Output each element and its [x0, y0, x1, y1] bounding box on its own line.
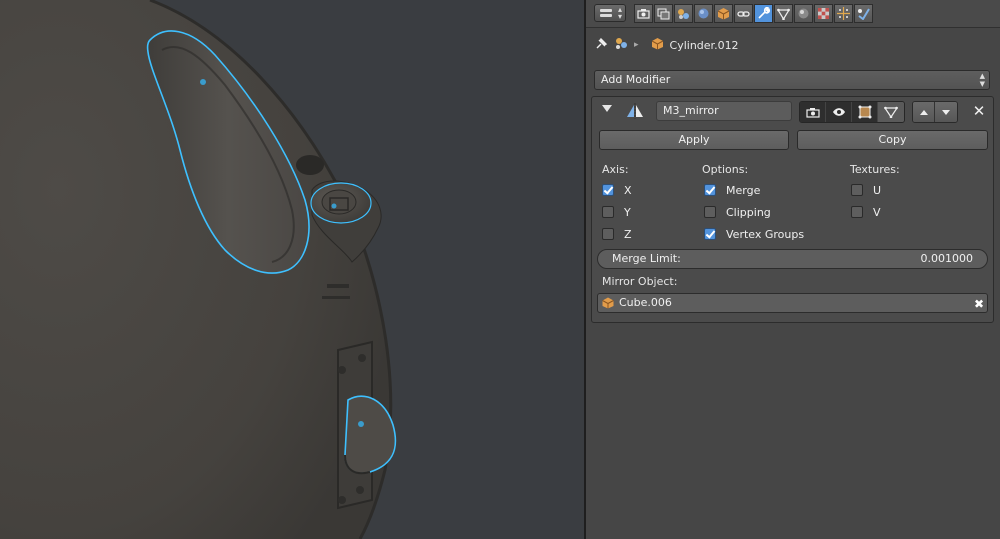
apply-button[interactable]: Apply — [599, 130, 789, 150]
modifier-name-field[interactable]: M3_mirror — [656, 101, 792, 121]
modifiers-wrench-icon[interactable] — [754, 4, 773, 23]
cage-toggle-icon[interactable] — [878, 102, 904, 122]
mirror-object-field[interactable]: Cube.006 ✖ — [597, 293, 988, 313]
context-tabs — [634, 4, 874, 23]
checkbox-checked-icon — [704, 228, 716, 240]
mirror-object-label: Mirror Object: — [602, 275, 678, 288]
particles-icon[interactable] — [834, 4, 853, 23]
checkbox-checked-icon — [704, 184, 716, 196]
scene-icon — [614, 37, 628, 53]
axis-heading: Axis: — [602, 163, 629, 176]
viewport-toggle-eye-icon[interactable] — [826, 102, 852, 122]
checkbox-unchecked-icon — [704, 206, 716, 218]
checkbox-checked-icon — [602, 184, 614, 196]
axis-x-checkbox[interactable]: X — [602, 182, 632, 198]
modifier-move-buttons — [912, 101, 958, 123]
render-icon[interactable] — [634, 4, 653, 23]
world-icon[interactable] — [694, 4, 713, 23]
mirror-object-value: Cube.006 — [619, 296, 672, 309]
modifier-visibility-toggles — [799, 101, 905, 123]
merge-checkbox[interactable]: Merge — [704, 182, 760, 198]
merge-limit-value: 0.001000 — [920, 252, 974, 265]
vertex-groups-checkbox[interactable]: Vertex Groups — [704, 226, 804, 242]
axis-z-checkbox[interactable]: Z — [602, 226, 632, 242]
checkbox-unchecked-icon — [851, 206, 863, 218]
textures-heading: Textures: — [850, 163, 900, 176]
object-cube-icon — [651, 37, 664, 53]
modifier-header: M3_mirror ✕ — [592, 97, 993, 124]
move-down-icon[interactable] — [935, 102, 957, 122]
breadcrumb: ▸ Cylinder.012 — [594, 36, 739, 54]
checkbox-unchecked-icon — [851, 184, 863, 196]
texture-v-checkbox[interactable]: V — [851, 204, 881, 220]
axis-y-checkbox[interactable]: Y — [602, 204, 631, 220]
pin-icon[interactable] — [594, 37, 608, 54]
material-icon[interactable] — [794, 4, 813, 23]
merge-limit-field[interactable]: Merge Limit: 0.001000 — [597, 249, 988, 269]
clipping-checkbox[interactable]: Clipping — [704, 204, 771, 220]
move-up-icon[interactable] — [913, 102, 935, 122]
data-mesh-icon[interactable] — [774, 4, 793, 23]
merge-limit-label: Merge Limit: — [612, 252, 681, 265]
copy-button[interactable]: Copy — [797, 130, 988, 150]
texture-u-checkbox[interactable]: U — [851, 182, 881, 198]
clear-field-x-icon[interactable]: ✖ — [974, 295, 984, 313]
breadcrumb-separator-icon: ▸ — [634, 40, 639, 50]
constraints-icon[interactable] — [734, 4, 753, 23]
physics-icon[interactable] — [854, 4, 873, 23]
breadcrumb-object-name: Cylinder.012 — [669, 38, 739, 52]
object-icon[interactable] — [714, 4, 733, 23]
render-layers-icon[interactable] — [654, 4, 673, 23]
collapse-arrow-icon[interactable] — [602, 105, 612, 112]
properties-header: ▴ ▾ — [586, 0, 1000, 28]
render-toggle-camera-icon[interactable] — [800, 102, 826, 122]
mirror-modifier-panel: M3_mirror ✕ Apply Copy Axis: X Y Z Optio… — [591, 96, 994, 323]
viewport-scene — [0, 0, 397, 539]
options-heading: Options: — [702, 163, 749, 176]
mirror-modifier-icon — [626, 102, 644, 123]
object-cube-icon — [602, 297, 614, 315]
editmode-toggle-icon[interactable] — [852, 102, 878, 122]
updown-arrows-icon: ▴ ▾ — [617, 5, 622, 21]
remove-modifier-close-icon[interactable]: ✕ — [970, 101, 988, 121]
3d-viewport[interactable] — [0, 0, 584, 539]
scene-icon[interactable] — [674, 4, 693, 23]
updown-arrows-icon: ▲ ▼ — [979, 72, 985, 88]
editor-type-button[interactable]: ▴ ▾ — [594, 4, 626, 22]
checkbox-unchecked-icon — [602, 206, 614, 218]
add-modifier-dropdown[interactable]: Add Modifier ▲ ▼ — [594, 70, 990, 90]
add-modifier-label: Add Modifier — [601, 73, 671, 86]
checkbox-unchecked-icon — [602, 228, 614, 240]
properties-editor-icon — [600, 9, 612, 12]
texture-icon[interactable] — [814, 4, 833, 23]
properties-panel: ▴ ▾ ▸ Cylinder.012 Add Modifier ▲ ▼ M3_m… — [586, 0, 1000, 539]
